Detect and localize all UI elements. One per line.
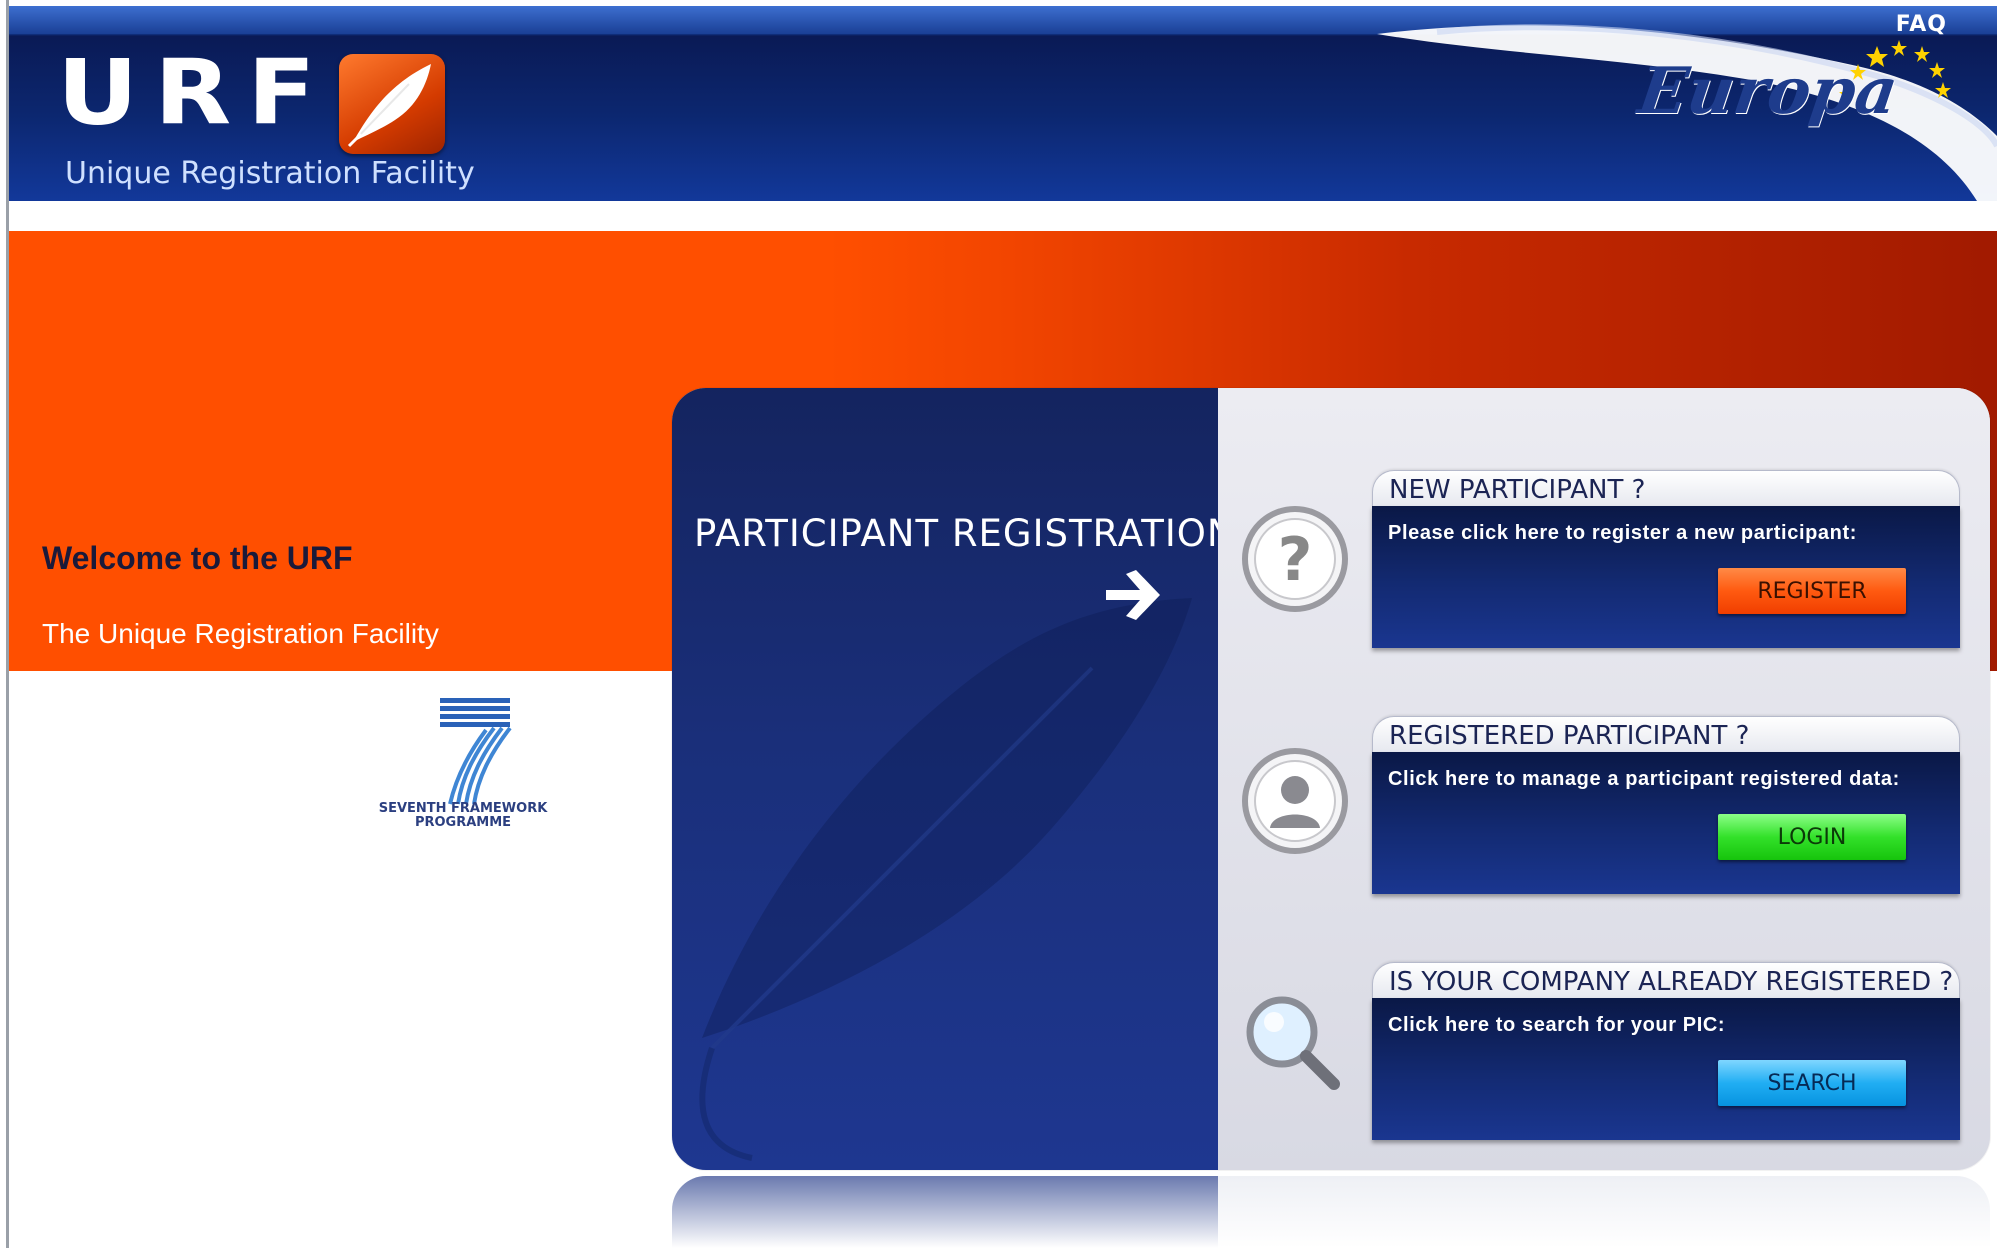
urf-logo[interactable]: URF Unique Registration Facility — [57, 39, 475, 191]
panel-title: PARTICIPANT REGISTRATION — [694, 512, 1236, 555]
registration-panel: PARTICIPANT REGISTRATION ? NEW PARTICIPA… — [672, 388, 1990, 1170]
svg-text:?: ? — [1278, 525, 1313, 595]
panel-left-section: PARTICIPANT REGISTRATION — [672, 388, 1235, 1170]
company-search-card: IS YOUR COMPANY ALREADY REGISTERED ? Cli… — [1372, 962, 1960, 1144]
reflection-left — [672, 1176, 1218, 1248]
welcome-title: Welcome to the URF — [42, 540, 353, 576]
fp7-caption-line2: PROGRAMME — [414, 815, 512, 830]
registered-participant-card: REGISTERED PARTICIPANT ? Click here to m… — [1372, 716, 1960, 898]
reflection-right — [1218, 1176, 1990, 1248]
card-description: Please click here to register a new part… — [1388, 522, 1857, 544]
arrow-right-icon — [1106, 570, 1160, 620]
panel-reflection — [672, 1176, 1990, 1248]
logo-text: URF — [57, 39, 332, 146]
welcome-subtitle: The Unique Registration Facility — [42, 618, 439, 649]
feather-logo-icon — [339, 54, 445, 154]
card-body: Click here to search for your PIC: SEARC… — [1372, 998, 1960, 1140]
card-body: Please click here to register a new part… — [1372, 506, 1960, 648]
header-spacer — [9, 201, 1997, 231]
faq-link[interactable]: FAQ — [1896, 12, 1947, 37]
card-body: Click here to manage a participant regis… — [1372, 752, 1960, 894]
logo-subtitle: Unique Registration Facility — [65, 156, 475, 191]
question-icon: ? — [1242, 506, 1348, 612]
register-button[interactable]: REGISTER — [1718, 568, 1906, 614]
card-description: Click here to search for your PIC: — [1388, 1014, 1726, 1036]
magnifier-icon — [1246, 996, 1340, 1090]
search-button[interactable]: SEARCH — [1718, 1060, 1906, 1106]
site-header: Europa FAQ URF Unique Registration Facil… — [9, 6, 1997, 201]
card-heading: IS YOUR COMPANY ALREADY REGISTERED ? — [1389, 967, 1954, 997]
card-tab: IS YOUR COMPANY ALREADY REGISTERED ? — [1372, 962, 1960, 999]
user-icon — [1242, 748, 1348, 854]
fp7-caption: SEVENTH FRAMEWORK PROGRAMME — [368, 802, 558, 830]
card-tab: NEW PARTICIPANT ? — [1372, 470, 1960, 507]
new-participant-card: NEW PARTICIPANT ? Please click here to r… — [1372, 470, 1960, 652]
card-heading: NEW PARTICIPANT ? — [1389, 475, 1646, 505]
card-description: Click here to manage a participant regis… — [1388, 768, 1900, 790]
fp7-caption-line1: SEVENTH FRAMEWORK — [378, 801, 548, 816]
login-button[interactable]: LOGIN — [1718, 814, 1906, 860]
feather-watermark-icon — [699, 598, 1192, 1161]
card-heading: REGISTERED PARTICIPANT ? — [1389, 721, 1750, 751]
card-tab: REGISTERED PARTICIPANT ? — [1372, 716, 1960, 753]
europa-logo[interactable]: Europa — [1634, 54, 1902, 129]
